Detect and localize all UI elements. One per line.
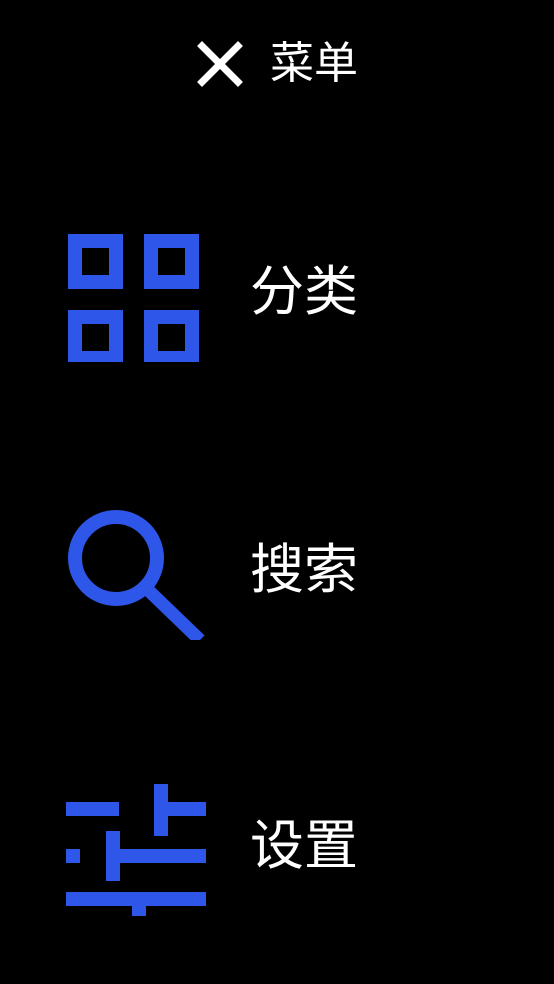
menu-header: 菜单 [0,34,554,94]
menu-item-label-categories: 分类 [250,260,358,323]
menu-title: 菜单 [270,38,358,89]
close-button[interactable] [196,40,244,88]
sliders-icon [66,784,206,916]
menu-item-search[interactable]: 搜索 [0,490,554,650]
menu-item-label-settings: 设置 [250,814,358,877]
menu-item-categories[interactable]: 分类 [0,212,554,372]
grid-icon [68,234,199,362]
menu-item-settings[interactable]: 设置 [0,766,554,926]
close-icon [197,41,243,87]
search-icon [68,510,205,640]
menu-item-label-search: 搜索 [250,538,358,601]
